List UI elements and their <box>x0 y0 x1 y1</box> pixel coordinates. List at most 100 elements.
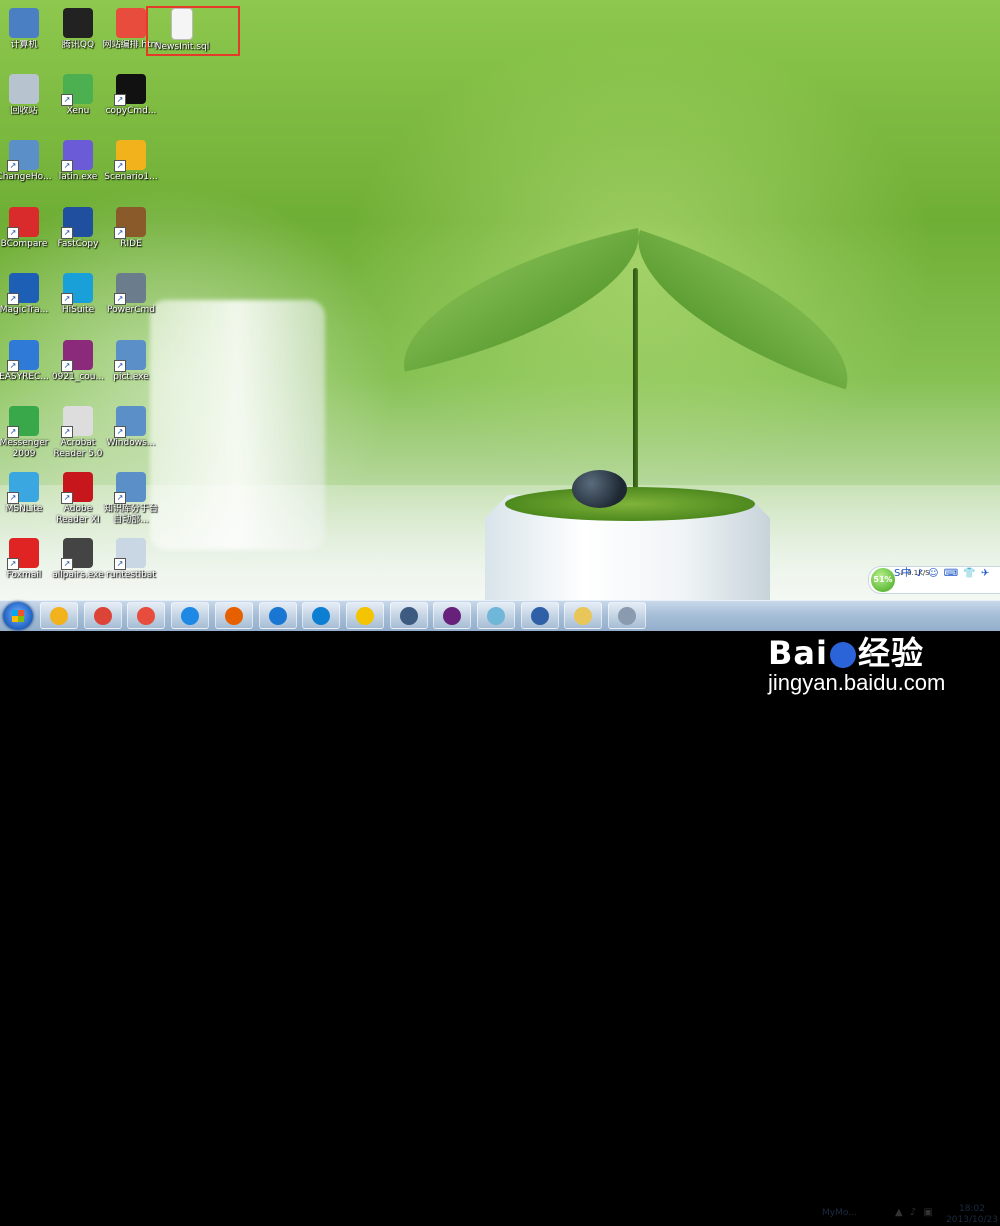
foxmail-icon: ↗ <box>7 538 39 570</box>
left-leaf-decoration <box>385 228 658 372</box>
desktop-icon-label: FastCopy <box>57 239 99 249</box>
desktop-icon[interactable]: ↗ runtestibat <box>101 534 161 594</box>
desktop-icon[interactable]: ↗ EASYREC... <box>0 336 54 396</box>
shortcut-arrow-icon: ↗ <box>7 227 19 239</box>
desktop-icon-label: EASYREC... <box>0 372 49 382</box>
desktop-icon[interactable]: ↗ Xenu <box>48 70 108 130</box>
desktop-icon-label: Scenario1... <box>104 172 158 182</box>
taskbar-button[interactable] <box>346 602 384 629</box>
taskbar-button[interactable] <box>259 602 297 629</box>
desktop-icon-label: Foxmail <box>6 570 42 580</box>
taskbar-button[interactable] <box>477 602 515 629</box>
desktop-icon[interactable]: ↗ copyCmd... <box>101 70 161 130</box>
shortcut-arrow-icon: ↗ <box>61 558 73 570</box>
qq-penguin-icon <box>63 8 93 38</box>
window-icon: ↗ <box>7 140 39 172</box>
desktop-icon[interactable]: ↗ MSNLite <box>0 468 54 528</box>
desktop-icon[interactable]: ↗ HiSuite <box>48 269 108 329</box>
taskbar-button[interactable] <box>171 602 209 629</box>
fastcopy-icon: ↗ <box>61 207 93 239</box>
desktop-icon[interactable]: ↗ PowerCmd <box>101 269 161 329</box>
moss-decoration <box>505 487 755 521</box>
desktop-icon-label: 回收站 <box>10 106 38 116</box>
taskbar-button[interactable] <box>127 602 165 629</box>
pebble-decoration <box>572 470 627 508</box>
desktop-icon[interactable]: ↗ latin.exe <box>48 136 108 196</box>
desktop-icon-label: Messenger 2009 <box>0 438 49 459</box>
taskbar-button[interactable] <box>390 602 428 629</box>
desktop-icon[interactable]: ↗ BCompare <box>0 203 54 263</box>
taskbar-button[interactable] <box>564 602 602 629</box>
speed-percent-badge: 51% <box>871 568 895 592</box>
desktop-icon[interactable]: 计算机 <box>0 4 54 64</box>
shortcut-arrow-icon: ↗ <box>114 160 126 172</box>
shortcut-arrow-icon: ↗ <box>114 94 126 106</box>
msn-icon: ↗ <box>7 472 39 504</box>
clock-time: 18:02 <box>959 1204 985 1214</box>
taskbar-button[interactable] <box>302 602 340 629</box>
taskbar-button[interactable] <box>40 602 78 629</box>
xenu-icon: ↗ <box>61 74 93 106</box>
desktop-icon[interactable]: 回收站 <box>0 70 54 130</box>
window-icon: ↗ <box>114 472 146 504</box>
desktop-icon-label: PowerCmd <box>107 305 155 315</box>
browser-colorful-icon <box>137 607 155 625</box>
desktop-icon[interactable]: ↗ pict.exe <box>101 336 161 396</box>
desktop-icon[interactable]: ↗ Adobe Reader XI <box>48 468 108 528</box>
desktop-icon-label: Acrobat Reader 5.0 <box>53 438 103 459</box>
shortcut-arrow-icon: ↗ <box>61 492 73 504</box>
shortcut-arrow-icon: ↗ <box>61 360 73 372</box>
taskbar-button[interactable] <box>433 602 471 629</box>
desktop-icon[interactable]: ↗ 知识库分于台自动部... <box>101 468 161 528</box>
phone-icon: ↗ <box>61 273 93 305</box>
desktop-icon[interactable]: ↗ FastCopy <box>48 203 108 263</box>
watermark-brand-right: 经验 <box>857 634 924 672</box>
desktop-icon[interactable]: 腾讯QQ <box>48 4 108 64</box>
desktop-icon-label: copyCmd... <box>105 106 157 116</box>
folder-icon <box>574 607 592 625</box>
start-button[interactable] <box>3 602 33 630</box>
desktop-icon[interactable]: ↗ Windows... <box>101 402 161 462</box>
ie-tester-icon <box>356 607 374 625</box>
baidu-paw-icon <box>829 642 856 668</box>
desktop-icon[interactable]: ↗ Messenger 2009 <box>0 402 54 462</box>
desktop-icon-label: Adobe Reader XI <box>56 504 100 525</box>
watermark-url: jingyan.baidu.com <box>768 670 946 695</box>
desktop-icon[interactable]: ↗ allpairs.exe <box>48 534 108 594</box>
windows-explorer-icon <box>50 607 68 625</box>
window-icon: ↗ <box>114 340 146 372</box>
desktop-icon[interactable]: ↗ RIDE <box>101 203 161 263</box>
settings-file-icon: ↗ <box>114 538 146 570</box>
desktop-icon-label: allpairs.exe <box>52 570 104 580</box>
shortcut-arrow-icon: ↗ <box>61 426 73 438</box>
watermark-brand-left: Bai <box>768 634 828 672</box>
selection-highlight-box <box>146 6 240 56</box>
tray-icons[interactable]: ▲ ♪ ▣ <box>895 1207 935 1218</box>
desktop-icon[interactable]: ↗ 0921_cou... <box>48 336 108 396</box>
taskbar-button[interactable] <box>215 602 253 629</box>
clock[interactable]: 18:02 2013/10/23 <box>944 1204 1000 1226</box>
shortcut-arrow-icon: ↗ <box>7 360 19 372</box>
desktop-icon[interactable]: ↗ MagicTra... <box>0 269 54 329</box>
desktop-icon[interactable]: ↗ Scenario1... <box>101 136 161 196</box>
shortcut-arrow-icon: ↗ <box>114 558 126 570</box>
desktop-icon[interactable]: ↗ Foxmail <box>0 534 54 594</box>
star-app-icon <box>400 607 418 625</box>
desktop-icon-label: Windows... <box>106 438 156 448</box>
tray-label[interactable]: MyMo... <box>822 1208 857 1218</box>
ime-toolbar[interactable]: S中 ♪ ☺ ⌨ 👕 ✈ <box>894 567 1000 581</box>
baidu-watermark: Bai 经验 <box>768 628 924 674</box>
taskbar-button[interactable] <box>84 602 122 629</box>
desktop-icon-label: MSNLite <box>5 504 43 514</box>
recycle-bin-icon <box>9 74 39 104</box>
shortcut-arrow-icon: ↗ <box>7 293 19 305</box>
shortcut-arrow-icon: ↗ <box>7 426 19 438</box>
shortcut-arrow-icon: ↗ <box>7 160 19 172</box>
desktop-icon[interactable]: ↗ Acrobat Reader 5.0 <box>48 402 108 462</box>
tools-icon <box>618 607 636 625</box>
messenger-icon: ↗ <box>7 406 39 438</box>
taskbar-button[interactable] <box>521 602 559 629</box>
desktop-icon-label: 0921_cou... <box>51 372 105 382</box>
taskbar-button[interactable] <box>608 602 646 629</box>
desktop-icon[interactable]: ↗ ChangeHo... <box>0 136 54 196</box>
